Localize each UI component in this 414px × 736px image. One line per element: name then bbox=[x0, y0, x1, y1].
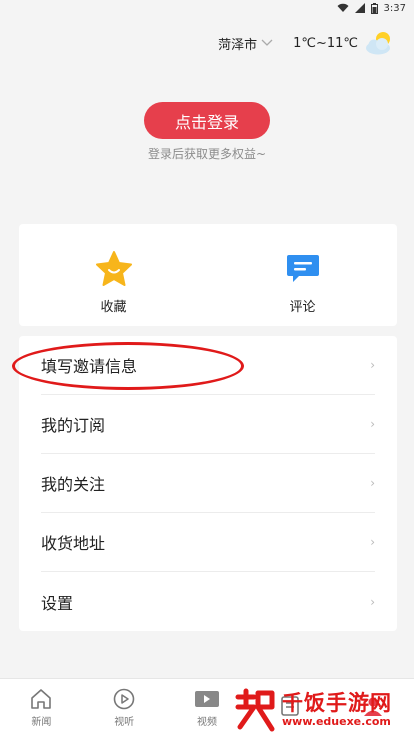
menu-item-label: 我的关注 bbox=[41, 475, 106, 494]
tab-label: 新闻 bbox=[31, 716, 52, 728]
menu-item-shipping-address[interactable]: 收货地址 › bbox=[41, 513, 375, 572]
status-bar: 3:37 bbox=[0, 0, 414, 16]
menu-item-label: 收货地址 bbox=[41, 534, 106, 553]
apps-icon bbox=[280, 696, 299, 716]
chevron-right-icon: › bbox=[370, 535, 375, 549]
menu-item-settings[interactable]: 设置 › bbox=[41, 572, 375, 631]
play-icon bbox=[113, 688, 135, 709]
menu-item-subscriptions[interactable]: 我的订阅 › bbox=[41, 395, 375, 454]
video-icon bbox=[194, 690, 219, 707]
comments-button[interactable]: 评论 bbox=[208, 224, 397, 326]
chevron-right-icon: › bbox=[370, 358, 375, 372]
tab-video[interactable]: 视频 bbox=[177, 688, 237, 728]
favorites-label: 收藏 bbox=[100, 300, 127, 315]
menu-list: 填写邀请信息 › 我的订阅 › 我的关注 › 收货地址 › 设置 › bbox=[19, 336, 397, 631]
menu-item-following[interactable]: 我的关注 › bbox=[41, 454, 375, 513]
favorites-button[interactable]: 收藏 bbox=[19, 224, 208, 326]
chevron-down-icon bbox=[261, 39, 273, 46]
partly-cloudy-icon bbox=[364, 30, 396, 56]
city-selector[interactable]: 菏泽市 bbox=[218, 34, 273, 53]
tab-news[interactable]: 新闻 bbox=[11, 688, 71, 728]
status-time: 3:37 bbox=[383, 2, 406, 14]
temperature-range: 1℃~11℃ bbox=[293, 35, 358, 51]
chevron-right-icon: › bbox=[370, 594, 375, 609]
city-label: 菏泽市 bbox=[218, 37, 258, 53]
tab-apps[interactable] bbox=[260, 695, 320, 720]
bottom-tab-bar: 新闻 视听 视频 bbox=[0, 678, 414, 736]
menu-item-label: 填写邀请信息 bbox=[41, 357, 138, 376]
menu-item-label: 设置 bbox=[41, 593, 74, 613]
star-icon bbox=[95, 250, 133, 288]
login-button[interactable]: 点击登录 bbox=[144, 102, 270, 139]
menu-item-invite-info[interactable]: 填写邀请信息 › bbox=[41, 336, 375, 395]
tab-label: 视频 bbox=[196, 716, 217, 728]
battery-icon bbox=[370, 2, 378, 14]
login-hint-text: 登录后获取更多权益~ bbox=[147, 147, 267, 161]
tab-audio-visual[interactable]: 视听 bbox=[94, 688, 154, 728]
user-icon bbox=[363, 697, 382, 716]
tab-profile[interactable] bbox=[343, 695, 403, 720]
signal-icon bbox=[354, 3, 365, 13]
wifi-icon bbox=[337, 3, 349, 13]
chevron-right-icon: › bbox=[370, 417, 375, 431]
tab-label: 视听 bbox=[114, 716, 135, 728]
chevron-right-icon: › bbox=[370, 476, 375, 490]
comments-label: 评论 bbox=[289, 300, 316, 315]
menu-item-label: 我的订阅 bbox=[41, 416, 106, 435]
comment-icon bbox=[284, 250, 322, 288]
home-icon bbox=[31, 688, 52, 709]
location-weather-bar: 菏泽市 1℃~11℃ bbox=[218, 30, 396, 56]
quick-actions-card: 收藏 评论 bbox=[19, 224, 397, 326]
